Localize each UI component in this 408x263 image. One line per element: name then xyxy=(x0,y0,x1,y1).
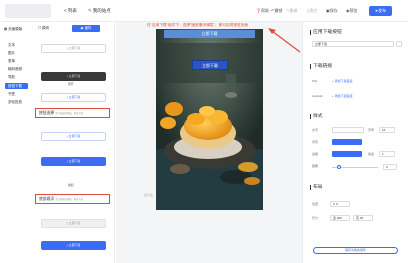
expand-label: 展开 xyxy=(68,82,74,86)
clear-button[interactable]: ▯清空 xyxy=(307,8,317,14)
border-color-swatch[interactable] xyxy=(332,151,362,157)
android-label: Android xyxy=(312,94,323,98)
collapse-label: 收起 xyxy=(68,183,74,187)
border-width-label: 线宽 xyxy=(368,152,375,156)
border-label: 边框 xyxy=(312,152,319,156)
background-label: 背景 xyxy=(312,140,319,144)
download-button-variant[interactable]: ⤓ 立即下载 xyxy=(41,241,106,250)
component-category-nav: ▦ 页面模版 文本 图片 表单 输码音频 导航 按钮下载 书签 多轮投放 xyxy=(0,22,30,263)
component-icon: ◆ xyxy=(80,26,84,30)
nav-item-carousel[interactable]: 多轮投放 xyxy=(8,100,22,105)
section-title-style: 样式 xyxy=(310,114,323,119)
publish-button[interactable]: ➤发布 xyxy=(369,6,392,16)
canvas-width-label: 最大宽 xyxy=(144,193,154,197)
nav-item-navigation[interactable]: 导航 xyxy=(8,75,15,80)
annotation-arrow-icon xyxy=(268,28,301,53)
nav-item-text[interactable]: 文本 xyxy=(8,43,15,48)
logo xyxy=(5,4,51,18)
position-label: 位置 xyxy=(312,202,319,206)
tab-components[interactable]: ◆ 诸件 xyxy=(72,25,100,32)
button-text-side-field[interactable] xyxy=(396,41,402,47)
save-button[interactable]: ▣保存 xyxy=(326,8,338,14)
section-title-download-button: 应用下载按钮 xyxy=(310,30,342,35)
size-height-input[interactable]: 高 45 xyxy=(353,215,373,221)
download-button-variant[interactable]: ⤓ 立即下载 xyxy=(41,72,106,81)
radius-input[interactable]: 0 xyxy=(383,164,397,170)
section-title: 按钮选择需下载按钮地域，再选下载 xyxy=(39,111,83,115)
nav-item-image[interactable]: 图片 xyxy=(8,51,15,56)
dessert-photo xyxy=(156,29,263,210)
nav-item-audio[interactable]: 输码音频 xyxy=(8,67,22,72)
save-as-component-button[interactable]: 保存为我的组件 xyxy=(313,247,398,254)
font-family-select[interactable] xyxy=(332,127,364,133)
tab-modules[interactable]: ☐ 模块 xyxy=(38,26,49,31)
component-library-panel: ☐ 模块 ◆ 诸件 ⤓ 立即下载 ⤓ 立即下载 展开 ⤓ 立即下载 按钮选择需下… xyxy=(30,22,115,263)
font-size-input[interactable]: 16 xyxy=(379,127,395,133)
editor-canvas: 在"应用下载"组件下，选择"固底悬浮弹层"，即可实现常驻页面 立即下载 立即下载… xyxy=(116,22,302,263)
font-size-label: 字号 xyxy=(368,128,375,132)
background-color-swatch[interactable] xyxy=(332,139,362,145)
download-button-variant[interactable]: ⤓ 立即下载 xyxy=(41,132,106,141)
section-button-select[interactable]: 按钮选择需下载按钮地域，再选下载 xyxy=(35,108,110,118)
border-width-input[interactable]: 1 xyxy=(379,151,395,157)
ios-label: iOS xyxy=(312,79,318,83)
page-name[interactable]: ✎我的站点 xyxy=(88,8,111,14)
canvas-annotation: 在"应用下载"组件下，选择"固底悬浮弹层"，即可实现常驻页面 xyxy=(147,23,249,27)
download-button-variant[interactable]: ⤓ 立即下载 xyxy=(41,219,106,228)
redo-button[interactable]: ↷重做 xyxy=(286,8,297,14)
size-width-input[interactable]: 宽 300 xyxy=(330,215,350,221)
checkbox-icon: ☐ xyxy=(38,26,42,30)
button-text-field[interactable]: 立即下载 xyxy=(312,41,394,47)
download-button-variant[interactable]: ⤓ 立即下载 xyxy=(41,93,106,102)
top-download-bar[interactable]: 立即下载 xyxy=(164,30,255,38)
back-to-list-link[interactable]: < 列表 xyxy=(64,8,77,14)
size-label: 尺寸 xyxy=(312,216,319,220)
top-toolbar: < 列表 ✎我的站点 ❓帮助 ↶撤销 ↷重做 ▯清空 ▣保存 ◉预览 ➤发布 xyxy=(0,0,408,22)
preview-button[interactable]: ◉预览 xyxy=(346,8,358,14)
section-bottom-float[interactable]: 底部悬浮需下载按钮地域，再选下载 xyxy=(35,194,110,204)
add-ios-link[interactable]: + 添加下载链接 xyxy=(332,79,353,83)
radius-slider-handle[interactable] xyxy=(336,165,341,169)
font-label: 文字 xyxy=(312,128,319,132)
section-title-download-link: 下载链接 xyxy=(310,64,332,69)
nav-item-bookmark[interactable]: 书签 xyxy=(8,92,15,97)
radius-label: 圆角 xyxy=(312,164,319,168)
grid-icon: ▦ xyxy=(4,27,8,31)
page-template-tab[interactable]: ▦ 页面模版 xyxy=(4,27,22,32)
position-x-input[interactable]: X 0 xyxy=(330,201,350,207)
add-android-link[interactable]: + 添加下载链接 xyxy=(332,94,353,98)
download-button-variant[interactable]: ⤓ 立即下载 xyxy=(41,157,106,166)
download-button-variant[interactable]: ⤓ 立即下载 xyxy=(41,44,106,53)
undo-button[interactable]: ↶撤销 xyxy=(271,8,282,14)
download-button[interactable]: 立即下载 xyxy=(192,60,228,70)
properties-panel: 应用下载按钮 立即下载 下载链接 iOS + 添加下载链接 Android + … xyxy=(302,22,408,263)
section-title: 底部悬浮需下载按钮地域，再选下载 xyxy=(39,197,83,201)
nav-item-form[interactable]: 表单 xyxy=(8,59,15,64)
phone-preview[interactable]: 立即下载 立即下载 xyxy=(156,29,263,210)
section-title-layout: 布局 xyxy=(310,185,323,190)
page-name-label: 我的站点 xyxy=(92,8,111,13)
help-button[interactable]: ❓帮助 xyxy=(256,8,269,14)
nav-item-download-button[interactable]: 按钮下载 xyxy=(5,83,28,89)
edit-pencil-icon[interactable]: ✎ xyxy=(88,8,92,13)
